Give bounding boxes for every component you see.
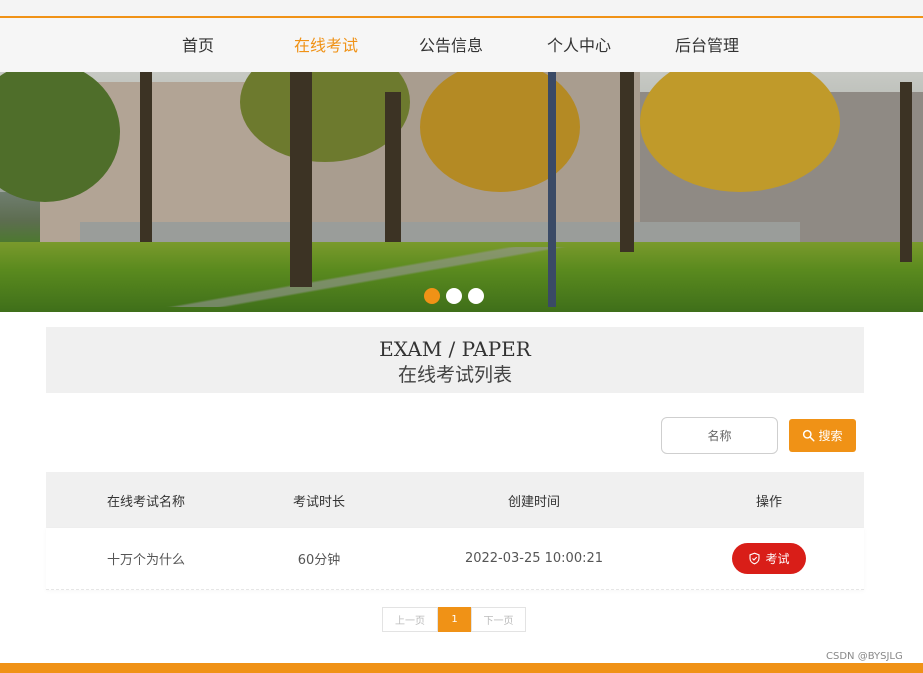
banner-lamp-post xyxy=(548,72,556,307)
banner-tree-trunk xyxy=(620,72,634,252)
banner-tree-trunk xyxy=(385,92,401,242)
nav-item-online-exam[interactable]: 在线考试 xyxy=(294,32,358,56)
search-button-label: 搜索 xyxy=(818,429,843,443)
column-header-action: 操作 xyxy=(755,494,782,510)
exam-action-cell: 考试 xyxy=(666,528,872,589)
footer-bar xyxy=(0,663,923,673)
next-page-button[interactable]: 下一页 xyxy=(471,607,526,632)
carousel-dot-3[interactable] xyxy=(468,288,484,304)
column-header-duration: 考试时长 xyxy=(292,494,345,510)
banner-tree-trunk xyxy=(290,72,312,287)
section-title-en: EXAM / PAPER xyxy=(379,337,531,361)
column-header-created: 创建时间 xyxy=(507,494,560,510)
table-header: 在线考试名称 考试时长 创建时间 操作 xyxy=(46,472,864,528)
take-exam-button[interactable]: 考试 xyxy=(732,543,806,574)
section-title-block: EXAM / PAPER 在线考试列表 xyxy=(46,327,864,393)
pagination: 上一页 1 下一页 xyxy=(382,607,526,632)
banner-carousel xyxy=(0,72,923,312)
shield-check-icon xyxy=(749,552,761,565)
banner-tree-trunk xyxy=(900,82,912,262)
nav-item-announcements[interactable]: 公告信息 xyxy=(419,32,483,56)
banner-tree-trunk xyxy=(140,72,152,242)
nav-item-admin[interactable]: 后台管理 xyxy=(675,32,739,56)
carousel-dot-1[interactable] xyxy=(424,288,440,304)
top-strip xyxy=(0,0,923,17)
search-button[interactable]: 搜索 xyxy=(789,419,856,452)
search-icon xyxy=(803,429,815,442)
exam-duration-cell: 60分钟 xyxy=(297,553,341,568)
search-name-input[interactable] xyxy=(661,417,778,454)
section-title-cn: 在线考试列表 xyxy=(397,364,512,386)
column-header-name: 在线考试名称 xyxy=(106,494,185,510)
take-exam-label: 考试 xyxy=(765,552,790,566)
exam-table: 在线考试名称 考试时长 创建时间 操作 十万个为什么 60分钟 2022-03-… xyxy=(46,472,864,590)
carousel-dot-2[interactable] xyxy=(446,288,462,304)
table-row: 十万个为什么 60分钟 2022-03-25 10:00:21 考试 xyxy=(46,528,864,590)
main-nav: 首页 在线考试 公告信息 个人中心 后台管理 xyxy=(0,16,923,72)
watermark: CSDN @BYSJLG xyxy=(826,651,903,662)
nav-item-personal-center[interactable]: 个人中心 xyxy=(547,32,611,56)
exam-name-cell: 十万个为什么 xyxy=(106,553,185,568)
nav-item-home[interactable]: 首页 xyxy=(182,32,214,56)
prev-page-button[interactable]: 上一页 xyxy=(382,607,438,632)
current-page-button[interactable]: 1 xyxy=(438,607,471,632)
exam-created-cell: 2022-03-25 10:00:21 xyxy=(464,551,604,566)
